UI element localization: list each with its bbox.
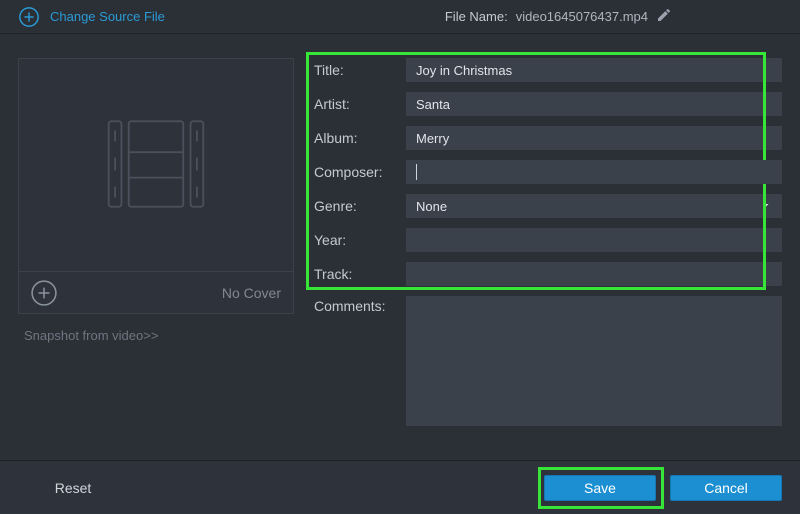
genre-select[interactable]: None bbox=[406, 194, 782, 218]
track-label: Track: bbox=[314, 266, 406, 282]
edit-icon[interactable] bbox=[656, 7, 672, 26]
snapshot-from-video-link[interactable]: Snapshot from video>> bbox=[18, 314, 294, 357]
title-label: Title: bbox=[314, 62, 406, 78]
file-name-group: File Name: video1645076437.mp4 bbox=[445, 7, 782, 26]
artist-label: Artist: bbox=[314, 96, 406, 112]
top-bar: Change Source File File Name: video16450… bbox=[0, 0, 800, 34]
metadata-form: Title: Artist: Album: Composer: Genre: N… bbox=[314, 58, 782, 436]
cancel-button[interactable]: Cancel bbox=[670, 475, 782, 501]
composer-row: Composer: bbox=[314, 160, 782, 184]
genre-row: Genre: None bbox=[314, 194, 782, 218]
add-cover-button[interactable] bbox=[31, 280, 57, 306]
cover-box: No Cover bbox=[18, 58, 294, 314]
plus-circle-icon bbox=[18, 6, 40, 28]
artist-input[interactable] bbox=[406, 92, 782, 116]
comments-input[interactable] bbox=[406, 296, 782, 426]
change-source-button[interactable]: Change Source File bbox=[18, 6, 165, 28]
composer-label: Composer: bbox=[314, 164, 406, 180]
genre-label: Genre: bbox=[314, 198, 406, 214]
year-label: Year: bbox=[314, 232, 406, 248]
composer-input[interactable] bbox=[406, 160, 782, 184]
artist-row: Artist: bbox=[314, 92, 782, 116]
album-label: Album: bbox=[314, 130, 406, 146]
track-input[interactable] bbox=[406, 262, 782, 286]
main-area: No Cover Snapshot from video>> Title: Ar… bbox=[0, 34, 800, 436]
bottom-bar: Reset Save Cancel bbox=[0, 460, 800, 514]
file-name-label: File Name: bbox=[445, 9, 508, 24]
cover-column: No Cover Snapshot from video>> bbox=[18, 58, 294, 436]
change-source-label: Change Source File bbox=[50, 9, 165, 24]
album-row: Album: bbox=[314, 126, 782, 150]
film-placeholder-icon bbox=[101, 114, 211, 217]
track-row: Track: bbox=[314, 262, 782, 286]
cover-preview bbox=[19, 59, 293, 271]
year-row: Year: bbox=[314, 228, 782, 252]
comments-label: Comments: bbox=[314, 296, 406, 314]
comments-row: Comments: bbox=[314, 296, 782, 426]
file-name-value: video1645076437.mp4 bbox=[516, 9, 648, 24]
save-button[interactable]: Save bbox=[544, 475, 656, 501]
genre-value: None bbox=[416, 199, 447, 214]
title-row: Title: bbox=[314, 58, 782, 82]
no-cover-label: No Cover bbox=[222, 285, 281, 301]
cover-footer: No Cover bbox=[19, 271, 293, 313]
year-input[interactable] bbox=[406, 228, 782, 252]
text-caret bbox=[416, 164, 417, 180]
title-input[interactable] bbox=[406, 58, 782, 82]
reset-button[interactable]: Reset bbox=[18, 475, 128, 501]
album-input[interactable] bbox=[406, 126, 782, 150]
chevron-down-icon bbox=[760, 199, 772, 214]
